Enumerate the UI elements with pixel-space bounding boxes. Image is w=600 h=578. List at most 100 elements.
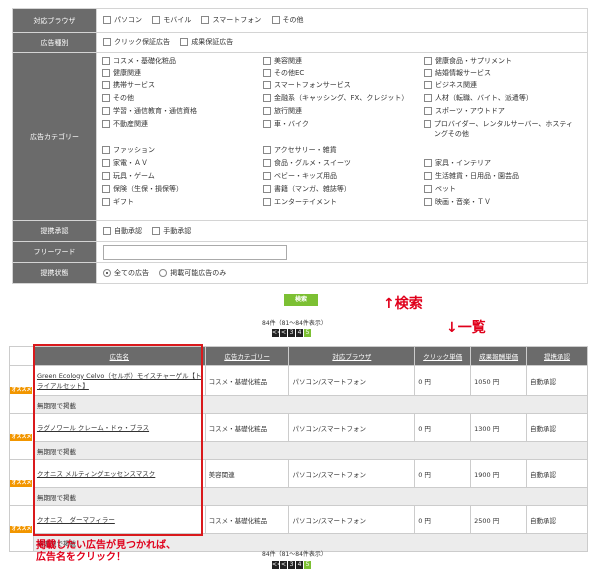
category-checkbox[interactable]: 金融系（キャッシング、FX、クレジット） <box>263 93 408 103</box>
category-checkbox[interactable]: ギフト <box>102 197 134 207</box>
result-count-bottom: 84件（81〜84件表示） <box>262 551 327 558</box>
ad-type-result-checkbox[interactable]: 成果保証広告 <box>180 37 233 47</box>
status-all-radio[interactable]: 全ての広告 <box>103 268 149 278</box>
category-checkbox[interactable]: 結婚情報サービス <box>424 68 491 78</box>
pager-prev-button[interactable]: < <box>280 329 287 337</box>
search-annotation: ↑検索 <box>383 296 423 312</box>
category-checkbox-label: プロバイダー、レンタルサーバー、ホスティングその他 <box>433 119 573 138</box>
search-form: 対応ブラウザ パソコン モバイル スマートフォン その他 広告種別 クリック保証… <box>12 8 588 284</box>
header-browser[interactable]: 対応ブラウザ <box>288 346 416 366</box>
recommend-badge: オススメ <box>10 480 33 487</box>
category-checkbox-label: 結婚情報サービス <box>435 68 491 77</box>
browser-other-checkbox[interactable]: その他 <box>271 15 304 25</box>
category-checkbox[interactable]: アクセサリー・雑貨 <box>263 145 337 155</box>
category-checkbox[interactable]: 旅行関連 <box>263 106 302 116</box>
category-checkbox[interactable]: スマートフォンサービス <box>263 80 351 90</box>
category-checkbox[interactable]: 健康関連 <box>102 68 141 78</box>
reward-price-cell: 2500 円 <box>470 505 528 534</box>
category-checkbox-label: ビジネス関連 <box>435 80 477 89</box>
category-checkbox[interactable]: 食品・グルメ・スイーツ <box>263 158 351 168</box>
category-checkbox-label: 車・バイク <box>274 119 309 128</box>
click-price-cell: 0 円 <box>414 413 472 442</box>
approval-cell: 自動承認 <box>526 413 588 442</box>
category-checkbox[interactable]: 保険（生保・損保等） <box>102 184 183 194</box>
pager-first-button[interactable]: << <box>272 329 282 337</box>
click-hint-annotation: 掲載したい広告が見つかれば、 広告名をクリック！ <box>36 540 176 564</box>
click-price-cell: 0 円 <box>414 365 472 396</box>
category-checkbox[interactable]: 家具・インテリア <box>424 158 491 168</box>
category-checkbox[interactable]: 生活雑貨・日用品・園芸品 <box>424 171 519 181</box>
category-checkbox-label: アクセサリー・雑貨 <box>274 145 337 154</box>
category-checkbox-label: 健康関連 <box>113 68 141 77</box>
category-checkbox[interactable]: コスメ・基礎化粧品 <box>102 56 176 66</box>
category-checkbox[interactable]: その他 <box>102 93 134 103</box>
category-checkbox-label: 食品・グルメ・スイーツ <box>274 158 351 167</box>
browser-mobile-checkbox[interactable]: モバイル <box>152 15 191 25</box>
approval-manual-checkbox[interactable]: 手動承認 <box>152 226 191 236</box>
status-label: 提携状態 <box>12 262 97 284</box>
browser-smartphone-checkbox[interactable]: スマートフォン <box>201 15 261 25</box>
approval-label: 提携承認 <box>12 220 97 242</box>
pager-page-4[interactable]: 4 <box>296 561 303 569</box>
checkbox-icon <box>424 106 432 115</box>
category-checkbox[interactable]: エンターテイメント <box>263 197 337 207</box>
ad-name-highlight-box <box>33 344 203 536</box>
category-checkbox[interactable]: ベビー・キッズ用品 <box>263 171 337 181</box>
pager-page-5: 5 <box>304 329 311 337</box>
checkbox-icon <box>424 93 432 102</box>
approval-cell: 自動承認 <box>526 365 588 396</box>
category-checkbox[interactable]: 車・バイク <box>263 119 309 129</box>
checkbox-icon <box>263 68 271 77</box>
pager-prev-button[interactable]: < <box>280 561 287 569</box>
category-checkbox[interactable]: プロバイダー、レンタルサーバー、ホスティングその他 <box>424 119 576 139</box>
category-checkbox[interactable]: 不動産関連 <box>102 119 148 129</box>
click-price-cell: 0 円 <box>414 505 472 534</box>
approval-cell: 自動承認 <box>526 459 588 488</box>
header-approval[interactable]: 提携承認 <box>526 346 588 366</box>
category-checkbox-label: エンターテイメント <box>274 197 337 206</box>
category-checkbox[interactable]: 家電・ＡＶ <box>102 158 148 168</box>
ad-browser-cell: パソコン/スマートフォン <box>288 459 416 488</box>
pager-bottom: << < 3 4 5 <box>272 561 311 569</box>
category-checkbox[interactable]: 学習・通信教育・通信資格 <box>102 106 197 116</box>
approval-cell: 自動承認 <box>526 505 588 534</box>
status-available-radio[interactable]: 掲載可能広告のみ <box>159 268 226 278</box>
category-checkbox[interactable]: ペット <box>424 184 456 194</box>
category-checkbox[interactable]: ファッション <box>102 145 155 155</box>
approval-auto-checkbox[interactable]: 自動承認 <box>103 226 142 236</box>
freeword-input[interactable] <box>103 244 287 260</box>
pager-first-button[interactable]: << <box>272 561 282 569</box>
header-click-price[interactable]: クリック単価 <box>414 346 472 366</box>
checkbox-icon <box>102 197 110 206</box>
header-category[interactable]: 広告カテゴリー <box>204 346 290 366</box>
recommend-badge: オススメ <box>10 387 33 394</box>
ad-type-click-checkbox[interactable]: クリック保証広告 <box>103 37 170 47</box>
category-checkbox[interactable]: ビジネス関連 <box>424 80 477 90</box>
category-checkbox[interactable]: 携帯サービス <box>102 80 155 90</box>
pager-page-3[interactable]: 3 <box>288 561 295 569</box>
category-checkbox[interactable]: 玩具・ゲーム <box>102 171 155 181</box>
browser-pc-checkbox[interactable]: パソコン <box>103 15 142 25</box>
header-reward-price[interactable]: 成果報酬単価 <box>470 346 528 366</box>
category-checkbox[interactable]: その他EC <box>263 68 304 78</box>
checkbox-icon <box>424 158 432 167</box>
checkbox-icon <box>263 158 271 167</box>
category-checkbox-label: 人材（転職、バイト、派遣等） <box>435 93 533 102</box>
category-checkbox[interactable]: 映画・音楽・ＴＶ <box>424 197 491 207</box>
category-checkbox-label: ベビー・キッズ用品 <box>274 171 337 180</box>
checkbox-icon <box>102 171 110 180</box>
ad-browser-cell: パソコン/スマートフォン <box>288 365 416 396</box>
category-checkbox-label: 生活雑貨・日用品・園芸品 <box>435 171 519 180</box>
checkbox-icon <box>102 56 110 65</box>
checkbox-icon <box>263 106 271 115</box>
category-checkbox[interactable]: 人材（転職、バイト、派遣等） <box>424 93 533 103</box>
search-button[interactable]: 検索 <box>284 294 318 306</box>
category-checkbox-label: 美容関連 <box>274 56 302 65</box>
category-checkbox[interactable]: 美容関連 <box>263 56 302 66</box>
pager-page-4[interactable]: 4 <box>296 329 303 337</box>
category-checkbox[interactable]: 書籍（マンガ、雑誌等） <box>263 184 351 194</box>
category-checkbox[interactable]: スポーツ・アウトドア <box>424 106 505 116</box>
pager-page-3[interactable]: 3 <box>288 329 295 337</box>
category-checkbox[interactable]: 健康食品・サプリメント <box>424 56 512 66</box>
category-checkbox-label: 映画・音楽・ＴＶ <box>435 197 491 206</box>
